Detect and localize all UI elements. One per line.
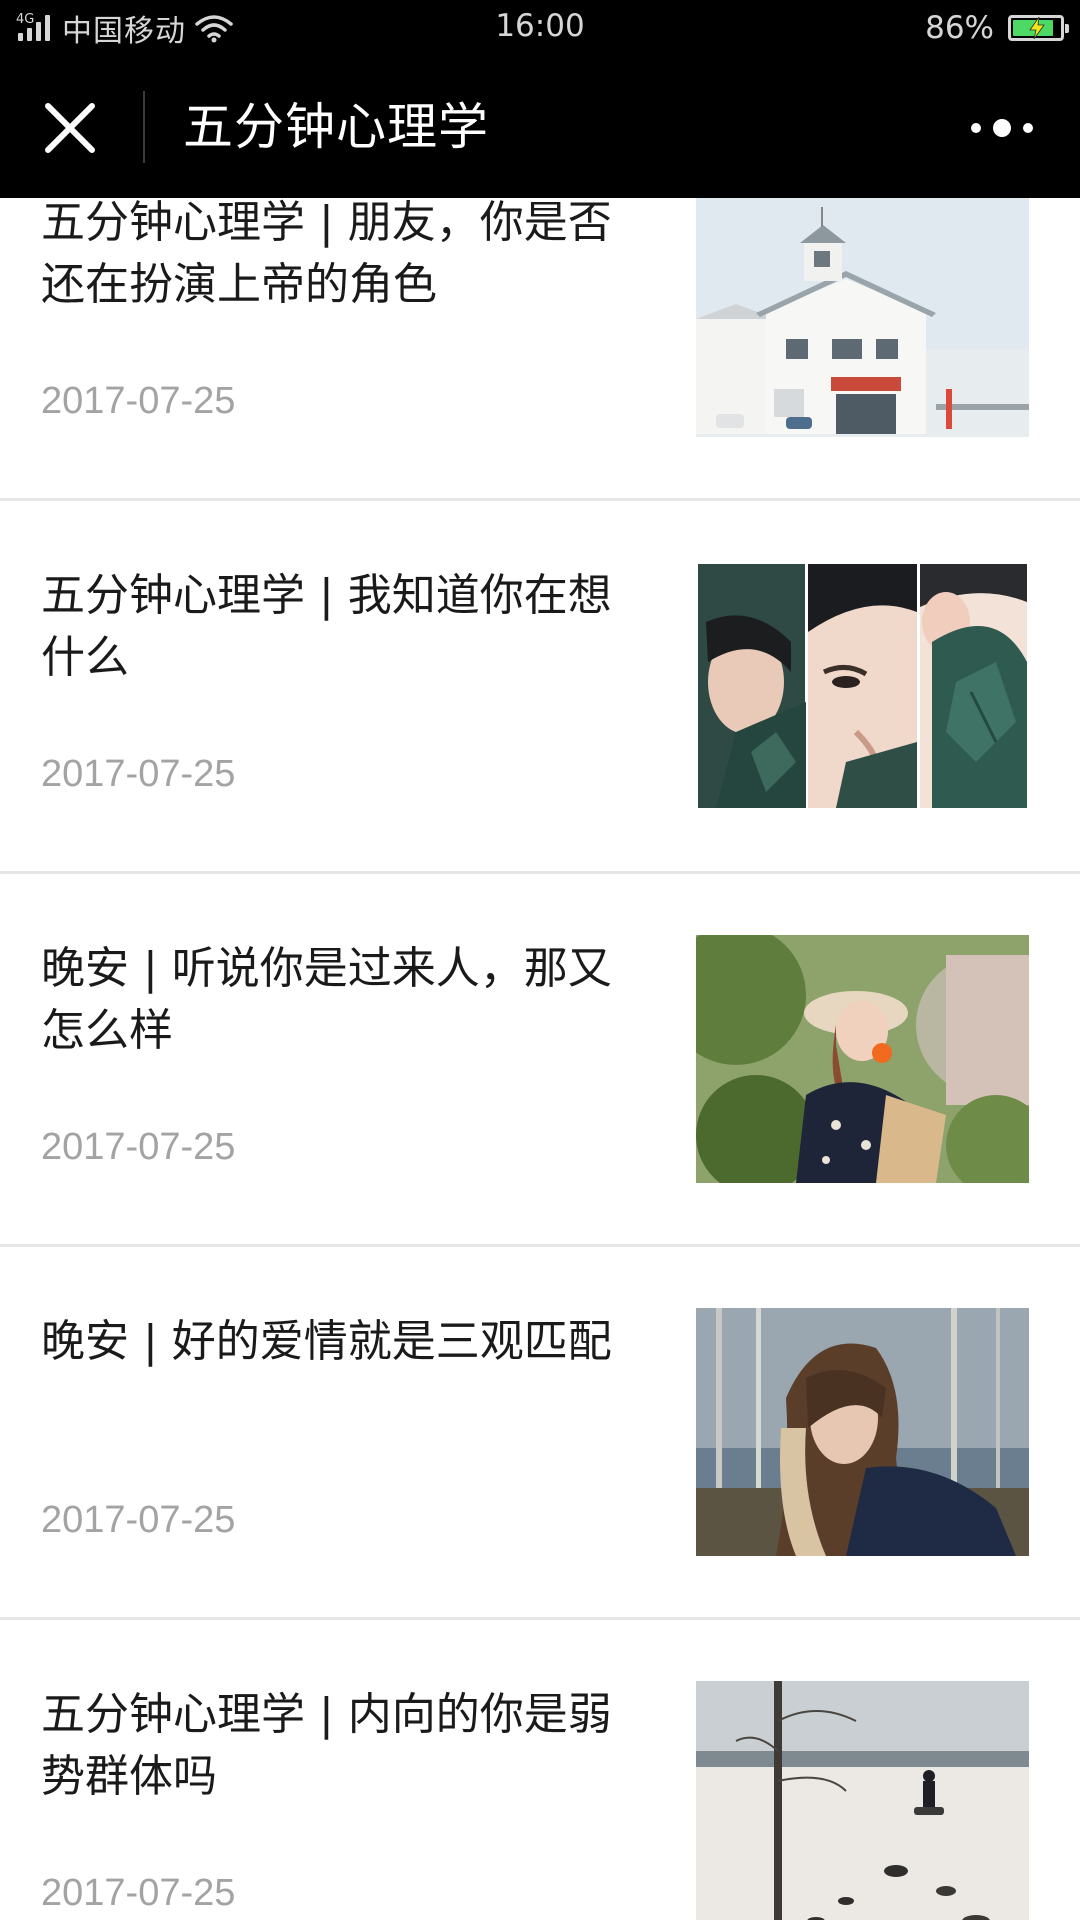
article-thumbnail[interactable] xyxy=(696,198,1029,437)
article-title: 五分钟心理学 | 内向的你是弱势群体吗 xyxy=(41,1689,612,1802)
triptych-face-leaves-photo xyxy=(696,562,1029,810)
article-item[interactable]: 晚安 | 好的爱情就是三观匹配 2017-07-25 xyxy=(0,1247,1080,1620)
status-right: 86% xyxy=(925,8,1069,48)
article-title: 晚安 | 好的爱情就是三观匹配 xyxy=(41,1316,612,1367)
article-thumbnail[interactable] xyxy=(696,1308,1029,1556)
article-item[interactable]: 五分钟心理学 | 朋友，你是否还在扮演上帝的角色 2017-07-25 xyxy=(0,198,1080,501)
article-item[interactable]: 五分钟心理学 | 我知道你在想什么 2017-07-25 xyxy=(0,501,1080,874)
woman-forest-portrait-photo xyxy=(696,1308,1029,1556)
nav-bar: 五分钟心理学 xyxy=(0,56,1080,198)
white-harbor-building-photo xyxy=(696,198,1029,437)
battery-icon xyxy=(1008,15,1069,41)
article-item[interactable]: 晚安 | 听说你是过来人，那又怎么样 2017-07-25 xyxy=(0,874,1080,1247)
more-dots-icon[interactable] xyxy=(964,108,1044,148)
status-time: 16:00 xyxy=(495,8,585,44)
article-date: 2017-07-25 xyxy=(41,1126,236,1168)
article-thumbnail[interactable] xyxy=(696,562,1029,810)
article-title: 五分钟心理学 | 朋友，你是否还在扮演上帝的角色 xyxy=(41,198,612,310)
article-item[interactable]: 五分钟心理学 | 内向的你是弱势群体吗 2017-07-25 xyxy=(0,1620,1080,1920)
article-thumbnail[interactable] xyxy=(696,1681,1029,1920)
status-bar: 4G 中国移动 16:00 86% xyxy=(0,0,1080,56)
battery-percent: 86% xyxy=(925,10,994,46)
article-date: 2017-07-25 xyxy=(41,753,236,795)
article-date: 2017-07-25 xyxy=(41,380,236,422)
article-thumbnail[interactable] xyxy=(696,935,1029,1183)
page-title: 五分钟心理学 xyxy=(183,98,489,156)
article-date: 2017-07-25 xyxy=(41,1499,236,1541)
article-date: 2017-07-25 xyxy=(41,1872,236,1914)
close-icon[interactable] xyxy=(40,98,100,158)
person-on-snowy-lake-photo xyxy=(696,1681,1029,1920)
charging-bolt-icon xyxy=(1029,17,1045,39)
article-title: 五分钟心理学 | 我知道你在想什么 xyxy=(41,570,612,683)
article-title: 晚安 | 听说你是过来人，那又怎么样 xyxy=(41,943,612,1056)
nav-divider xyxy=(143,91,145,163)
woman-straw-hat-orange-photo xyxy=(696,935,1029,1183)
article-list[interactable]: 五分钟心理学 | 朋友，你是否还在扮演上帝的角色 2017-07-25 五分钟心… xyxy=(0,198,1080,1920)
